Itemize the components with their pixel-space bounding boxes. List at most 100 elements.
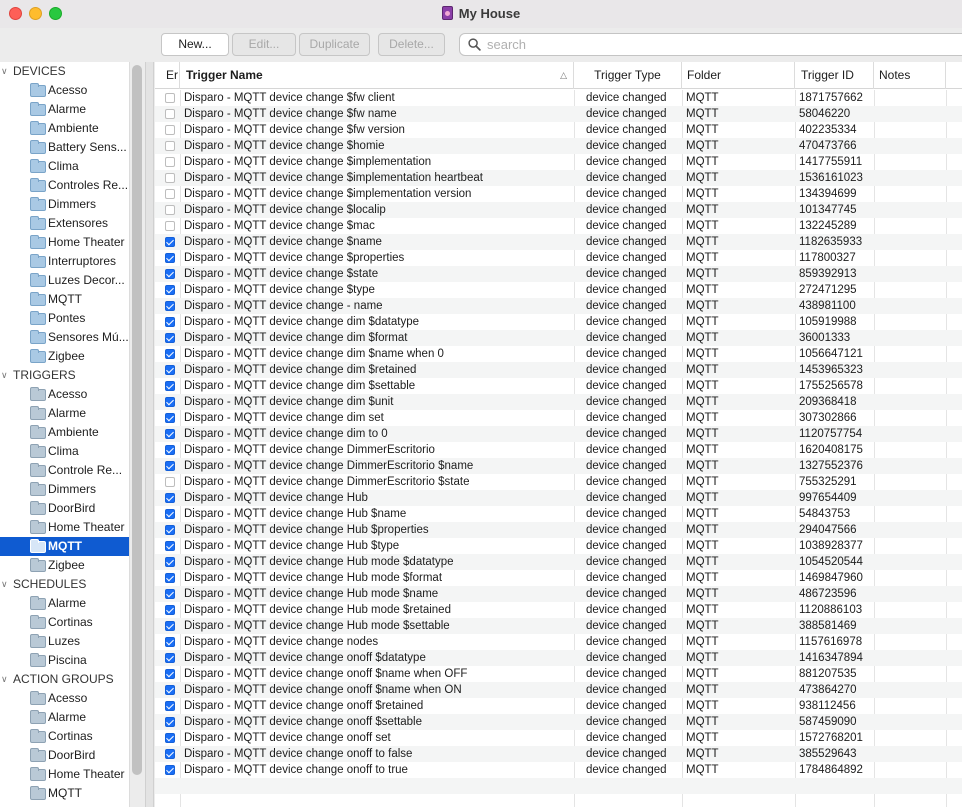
sidebar-folder-item[interactable]: Luzes Decor... (0, 271, 129, 290)
table-row[interactable]: Disparo - MQTT device change Hub mode $d… (155, 554, 962, 570)
enabled-checkbox[interactable] (165, 157, 175, 167)
sidebar-folder-item[interactable]: Zigbee (0, 556, 129, 575)
disclosure-chevron-icon[interactable]: ∨ (1, 575, 8, 594)
sidebar-folder-item[interactable]: Battery Sens... (0, 138, 129, 157)
table-row[interactable]: Disparo - MQTT device change Hub mode $n… (155, 586, 962, 602)
table-row[interactable]: Disparo - MQTT device change $homie devic… (155, 138, 962, 154)
enabled-checkbox[interactable] (165, 125, 175, 135)
table-row[interactable]: Disparo - MQTT device change Hub mode $r… (155, 602, 962, 618)
table-row[interactable]: Disparo - MQTT device change $mac device … (155, 218, 962, 234)
table-row[interactable]: Disparo - MQTT device change dim $name w… (155, 346, 962, 362)
search-input[interactable] (487, 36, 957, 53)
sidebar-folder-item[interactable]: Sensores Mú... (0, 328, 129, 347)
sidebar-folder-item[interactable]: Luzes (0, 632, 129, 651)
disclosure-chevron-icon[interactable]: ∨ (1, 366, 8, 385)
enabled-checkbox[interactable] (165, 189, 175, 199)
table-row[interactable]: Disparo - MQTT device change $state devic… (155, 266, 962, 282)
enabled-checkbox[interactable] (165, 317, 175, 327)
table-row[interactable]: Disparo - MQTT device change $name device… (155, 234, 962, 250)
enabled-checkbox[interactable] (165, 717, 175, 727)
sidebar-folder-item[interactable]: Alarme (0, 708, 129, 727)
table-row[interactable]: Disparo - MQTT device change onoff to fa… (155, 746, 962, 762)
enabled-checkbox[interactable] (165, 333, 175, 343)
sidebar-folder-item[interactable]: Pontes (0, 309, 129, 328)
table-row[interactable]: Disparo - MQTT device change $localip dev… (155, 202, 962, 218)
duplicate-button[interactable]: Duplicate (299, 33, 370, 56)
sidebar-section-triggers[interactable]: ∨ TRIGGERS (0, 366, 129, 385)
enabled-checkbox[interactable] (165, 509, 175, 519)
sidebar-folder-item[interactable]: Controles Re... (0, 176, 129, 195)
enabled-checkbox[interactable] (165, 109, 175, 119)
sidebar-folder-item[interactable]: Cortinas (0, 613, 129, 632)
new-button[interactable]: New... (161, 33, 229, 56)
sidebar-folder-item[interactable]: Interruptores (0, 252, 129, 271)
sidebar-folder-item[interactable]: Piscina (0, 651, 129, 670)
enabled-checkbox[interactable] (165, 493, 175, 503)
sidebar-folder-item[interactable]: Clima (0, 442, 129, 461)
table-row[interactable]: Disparo - MQTT device change dim $settab… (155, 378, 962, 394)
enabled-checkbox[interactable] (165, 237, 175, 247)
split-view-divider[interactable] (145, 62, 154, 807)
column-header-trigger-id[interactable]: Trigger ID (795, 62, 874, 89)
table-row[interactable]: Disparo - MQTT device change dim $retain… (155, 362, 962, 378)
table-row[interactable]: Disparo - MQTT device change onoff $reta… (155, 698, 962, 714)
enabled-checkbox[interactable] (165, 429, 175, 439)
sidebar-folder-item[interactable]: Zigbee (0, 347, 129, 366)
table-row[interactable]: Disparo - MQTT device change Hub mode $s… (155, 618, 962, 634)
table-row[interactable]: Disparo - MQTT device change dim $unit de… (155, 394, 962, 410)
enabled-checkbox[interactable] (165, 589, 175, 599)
enabled-checkbox[interactable] (165, 397, 175, 407)
table-row[interactable]: Disparo - MQTT device change dim $dataty… (155, 314, 962, 330)
enabled-checkbox[interactable] (165, 653, 175, 663)
sidebar-folder-item[interactable]: Alarme (0, 594, 129, 613)
enabled-checkbox[interactable] (165, 557, 175, 567)
enabled-checkbox[interactable] (165, 365, 175, 375)
table-row[interactable]: Disparo - MQTT device change onoff to tr… (155, 762, 962, 778)
enabled-checkbox[interactable] (165, 381, 175, 391)
table-row[interactable]: Disparo - MQTT device change dim $format… (155, 330, 962, 346)
sidebar-folder-item[interactable]: Home Theater (0, 765, 129, 784)
enabled-checkbox[interactable] (165, 445, 175, 455)
table-row[interactable]: Disparo - MQTT device change dim to 0 dev… (155, 426, 962, 442)
sidebar-folder-item[interactable]: MQTT (0, 784, 129, 803)
sidebar-folder-item[interactable]: Alarme (0, 100, 129, 119)
table-row[interactable]: Disparo - MQTT device change Hub $name de… (155, 506, 962, 522)
table-row[interactable]: Disparo - MQTT device change $fw client d… (155, 90, 962, 106)
enabled-checkbox[interactable] (165, 685, 175, 695)
sidebar-folder-item[interactable]: Controle Re... (0, 461, 129, 480)
disclosure-chevron-icon[interactable]: ∨ (1, 62, 8, 81)
table-row[interactable]: Disparo - MQTT device change Hub $type de… (155, 538, 962, 554)
sidebar-folder-item[interactable]: Acesso (0, 689, 129, 708)
table-row[interactable]: Disparo - MQTT device change $implementa… (155, 154, 962, 170)
table-row[interactable]: Disparo - MQTT device change nodes device… (155, 634, 962, 650)
search-field[interactable] (459, 33, 962, 56)
sidebar-folder-item[interactable]: Extensores (0, 214, 129, 233)
table-row[interactable]: Disparo - MQTT device change DimmerEscri… (155, 442, 962, 458)
table-row[interactable]: Disparo - MQTT device change $implementa… (155, 186, 962, 202)
table-row[interactable]: Disparo - MQTT device change DimmerEscri… (155, 458, 962, 474)
disclosure-chevron-icon[interactable]: ∨ (1, 670, 8, 689)
table-row[interactable]: Disparo - MQTT device change onoff set de… (155, 730, 962, 746)
sidebar-folder-item[interactable]: MQTT (0, 290, 129, 309)
sidebar-folder-item[interactable]: Acesso (0, 81, 129, 100)
enabled-checkbox[interactable] (165, 525, 175, 535)
table-row[interactable]: Disparo - MQTT device change onoff $sett… (155, 714, 962, 730)
column-header-trigger-name[interactable]: Trigger Name △ (180, 62, 574, 89)
table-row[interactable] (155, 778, 962, 794)
sidebar-section-schedules[interactable]: ∨ SCHEDULES (0, 575, 129, 594)
enabled-checkbox[interactable] (165, 413, 175, 423)
sidebar-folder-item[interactable]: Home Theater (0, 518, 129, 537)
enabled-checkbox[interactable] (165, 301, 175, 311)
edit-button[interactable]: Edit... (232, 33, 296, 56)
table-row[interactable]: Disparo - MQTT device change $fw name dev… (155, 106, 962, 122)
sidebar-folder-item[interactable]: Cortinas (0, 727, 129, 746)
enabled-checkbox[interactable] (165, 461, 175, 471)
enabled-checkbox[interactable] (165, 205, 175, 215)
table-row[interactable]: Disparo - MQTT device change onoff $name… (155, 666, 962, 682)
table-row[interactable]: Disparo - MQTT device change $fw version… (155, 122, 962, 138)
enabled-checkbox[interactable] (165, 605, 175, 615)
enabled-checkbox[interactable] (165, 141, 175, 151)
sidebar-folder-item[interactable]: Acesso (0, 385, 129, 404)
sidebar-folder-item[interactable]: Dimmers (0, 480, 129, 499)
table-row[interactable]: Disparo - MQTT device change Hub device c… (155, 490, 962, 506)
